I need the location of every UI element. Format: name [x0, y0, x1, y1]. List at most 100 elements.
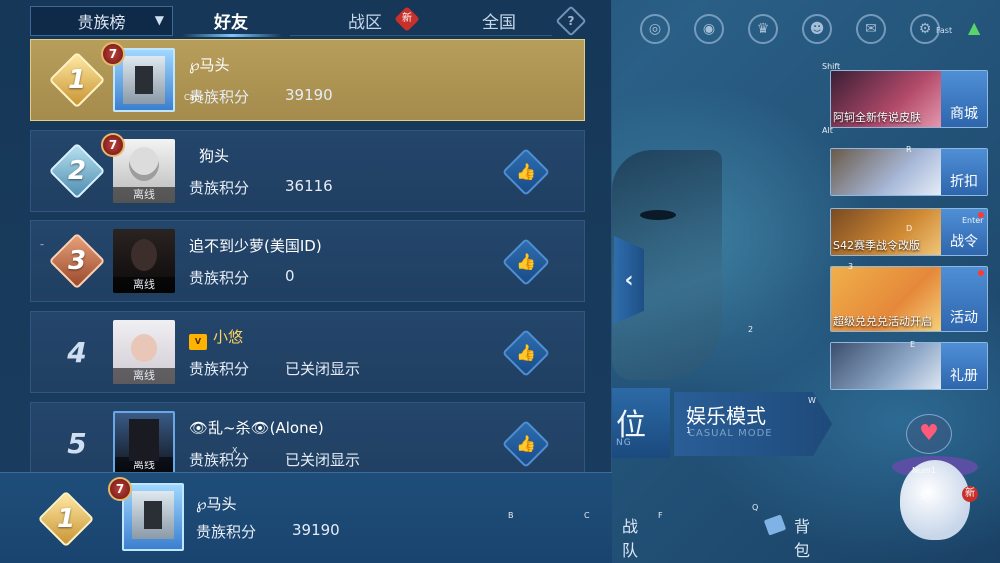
leaderboard-row[interactable]: 4 离线 V 小悠 贵族积分 已关闭显示 👍 — [30, 311, 585, 393]
bag-button[interactable]: 背包 — [794, 513, 810, 561]
chevron-left-icon: ‹ — [624, 267, 634, 293]
leaderboard-row[interactable]: 3 离线 追不到少萝(美国ID) 贵族积分 0 👍 — [30, 220, 585, 302]
offline-label: 离线 — [115, 457, 173, 473]
my-rank-footer: 1 7 ℘马头 贵族积分 39190 — [0, 472, 612, 563]
like-button[interactable]: 👍 — [501, 419, 551, 469]
thumbs-up-icon: 👍 — [516, 434, 536, 453]
network-label: Fast — [936, 26, 953, 35]
my-score-value: 39190 — [292, 521, 340, 539]
rank-badge: 4 — [51, 326, 103, 378]
hotkey-label: Q — [752, 503, 759, 512]
hotkey-label: Shift — [822, 62, 841, 71]
rank-number: 4 — [67, 335, 87, 369]
hotkey-label: Num1 — [912, 466, 936, 475]
new-badge-text: 新 — [402, 13, 412, 24]
rank-badge: 2 — [48, 142, 106, 200]
my-avatar[interactable] — [122, 483, 184, 551]
score-label: 贵族积分 — [189, 451, 250, 469]
like-button[interactable]: 👍 — [501, 147, 551, 197]
event-caption: 超级兑兑兑活动开启 — [833, 315, 932, 328]
discount-card-art — [831, 149, 943, 195]
hero-eye — [640, 210, 676, 220]
new-badge: 新 — [394, 6, 420, 32]
noble-level-badge: 7 — [108, 477, 132, 501]
player-name: 👁乱~杀👁(Alone) — [189, 419, 324, 437]
ranked-mode-button[interactable]: 位 NG — [612, 388, 670, 458]
shop-button[interactable]: 商城 — [941, 71, 987, 127]
help-icon-glyph: ? — [567, 14, 575, 28]
rank-badge: 5 — [51, 417, 103, 469]
rank-number: 2 — [67, 156, 87, 186]
shop-caption: 阿轲全新传说皮肤 — [833, 111, 921, 124]
chevron-down-icon: ▼ — [154, 13, 164, 27]
shop-card[interactable]: 商城 阿轲全新传说皮肤 — [830, 70, 988, 128]
score-label: 贵族积分 — [189, 360, 250, 378]
hotkey-label: Caps — [184, 93, 204, 102]
discount-card[interactable]: 折扣 — [830, 148, 988, 196]
mail-icon[interactable]: ✉ — [856, 14, 886, 44]
hotkey-label: F — [658, 511, 663, 520]
wifi-icon: ▲ — [968, 18, 981, 37]
score-label: 贵族积分 — [196, 523, 257, 541]
leaderboard-row[interactable]: 2 离线 7 狗头 贵族积分 36116 👍 — [30, 130, 585, 212]
rank-number: 5 — [67, 426, 87, 460]
target-icon[interactable]: ◎ — [640, 14, 670, 44]
rank-number: 3 — [67, 246, 87, 276]
score-label: 贵族积分 — [189, 269, 250, 287]
rank-number: 1 — [67, 65, 87, 95]
board-type-dropdown[interactable]: 贵族榜 ▼ — [30, 6, 173, 36]
event-card[interactable]: 活动 超级兑兑兑活动开启 — [830, 266, 988, 332]
tab-friends[interactable]: 好友 — [214, 8, 248, 33]
collapse-panel-button[interactable]: ‹ — [614, 236, 644, 324]
event-button[interactable]: 活动 — [941, 267, 987, 331]
offline-label: 离线 — [113, 368, 175, 384]
friends-icon[interactable]: ☻ — [802, 14, 832, 44]
team-button[interactable]: 战队 — [622, 513, 638, 561]
score-value: 0 — [285, 267, 295, 285]
top-icon-bar: ◎ ◉ ♛ ☻ ✉ ⚙ — [640, 14, 940, 48]
hotkey-label: R — [906, 145, 912, 154]
gift-card[interactable]: 礼册 — [830, 342, 988, 390]
casual-mode-sub: CASUAL MODE — [688, 428, 773, 439]
thumbs-up-icon: 👍 — [516, 162, 536, 181]
rank-badge: 3 — [48, 232, 106, 290]
rank-badge: 1 — [37, 490, 95, 548]
hotkey-label: Alt — [822, 126, 833, 135]
hotkey-label: 5 — [920, 492, 926, 501]
gift-card-art — [831, 343, 943, 389]
player-name: ℘马头 — [189, 56, 230, 74]
tab-region[interactable]: 战区 — [348, 8, 382, 33]
avatar[interactable]: 离线 — [113, 411, 175, 475]
eye-icon[interactable]: ◉ — [694, 14, 724, 44]
board-type-label: 贵族榜 — [77, 13, 126, 32]
score-label: 贵族积分 — [189, 179, 250, 197]
tab-national[interactable]: 全国 — [482, 8, 516, 33]
player-name: 追不到少萝(美国ID) — [189, 237, 322, 255]
hotkey-label: D — [906, 224, 913, 233]
player-name: 狗头 — [199, 147, 230, 165]
thumbs-up-icon: 👍 — [516, 343, 536, 362]
help-icon[interactable]: ? — [555, 5, 587, 37]
like-button[interactable]: 👍 — [501, 328, 551, 378]
hotkey-label: – — [40, 240, 44, 249]
avatar[interactable]: 离线 — [113, 320, 175, 384]
score-value: 36116 — [285, 177, 333, 195]
like-button[interactable]: 👍 — [501, 237, 551, 287]
discount-button[interactable]: 折扣 — [941, 149, 987, 195]
offline-label: 离线 — [113, 277, 175, 293]
player-name-text: 小悠 — [213, 328, 244, 346]
hotkey-label: Enter — [962, 216, 984, 225]
my-name: ℘马头 — [196, 495, 237, 513]
rank-badge: 1 — [48, 51, 106, 109]
noble-level-badge: 7 — [101, 42, 125, 66]
heart-icon[interactable]: ♥ — [906, 414, 952, 454]
leaderboard-panel: 贵族榜 ▼ 好友 战区 新 全国 ? 1 7 ℘马头 贵族积分 39190 2 … — [0, 0, 612, 563]
trophy-icon[interactable]: ♛ — [748, 14, 778, 44]
mode-selector[interactable]: 位 NG 娱乐模式 CASUAL MODE — [612, 388, 832, 458]
leaderboard-row[interactable]: 1 7 ℘马头 贵族积分 39190 — [30, 39, 585, 121]
hotkey-label: C — [584, 511, 590, 520]
gift-button[interactable]: 礼册 — [941, 343, 987, 389]
casual-mode-title: 娱乐模式 — [686, 404, 766, 428]
hotkey-label: 1 — [686, 426, 692, 435]
avatar[interactable]: 离线 — [113, 229, 175, 293]
